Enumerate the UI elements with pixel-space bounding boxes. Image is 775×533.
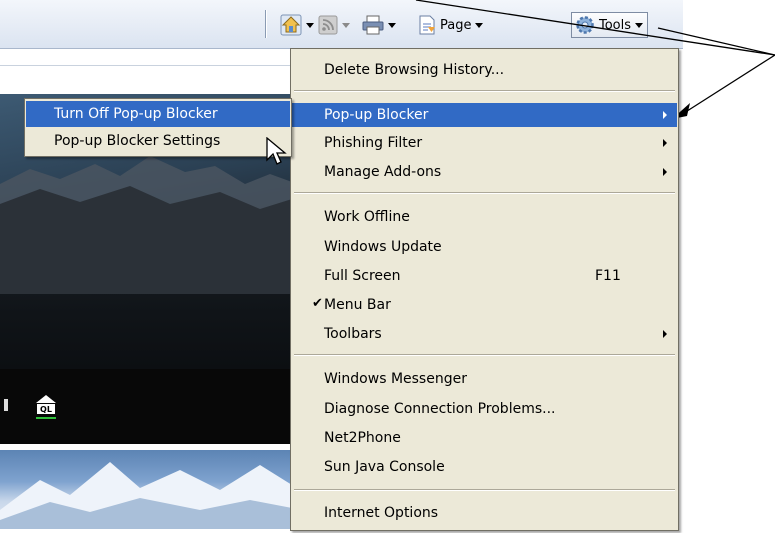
menu-item-sun-java-console[interactable]: Sun Java Console	[292, 455, 677, 479]
menu-item-label: Windows Messenger	[324, 371, 467, 387]
submenu-arrow-icon	[663, 168, 667, 176]
checkmark-icon: ✔	[312, 296, 323, 311]
menu-item-windows-messenger[interactable]: Windows Messenger	[292, 367, 677, 391]
submenu-arrow-icon	[663, 111, 667, 119]
menu-separator	[294, 489, 675, 491]
menu-item-label: Menu Bar	[324, 297, 391, 313]
shortcut-label: F11	[595, 268, 621, 284]
menu-separator	[294, 192, 675, 194]
menu-item-toolbars[interactable]: Toolbars	[292, 322, 677, 346]
menu-item-label: Phishing Filter	[324, 135, 423, 151]
menu-item-label: Sun Java Console	[324, 459, 445, 475]
menu-item-phishing-filter[interactable]: Phishing Filter	[292, 131, 677, 155]
submenu-arrow-icon	[663, 139, 667, 147]
menu-item-label: Delete Browsing History...	[324, 62, 505, 78]
menu-item-label: Work Offline	[324, 209, 410, 225]
menu-separator	[294, 354, 675, 356]
submenu-item-popup-blocker-settings[interactable]: Pop-up Blocker Settings	[26, 128, 290, 154]
menu-item-manage-add-ons[interactable]: Manage Add-ons	[292, 160, 677, 184]
menu-item-delete-browsing-history[interactable]: Delete Browsing History...	[292, 58, 677, 82]
banner-fragment	[4, 399, 8, 411]
tools-dropdown-menu: Delete Browsing History... Pop-up Blocke…	[290, 48, 679, 531]
menu-item-label: Manage Add-ons	[324, 164, 442, 180]
menu-item-windows-update[interactable]: Windows Update	[292, 235, 677, 259]
ql-logo-icon: QL	[36, 395, 56, 419]
submenu-item-label: Turn Off Pop-up Blocker	[54, 106, 218, 122]
menu-item-label: Diagnose Connection Problems...	[324, 401, 556, 417]
menu-item-label: Full Screen	[324, 268, 401, 284]
menu-item-popup-blocker[interactable]: Pop-up Blocker	[292, 103, 677, 127]
menu-item-work-offline[interactable]: Work Offline	[292, 205, 677, 229]
snowy-mountain-photo	[0, 450, 292, 529]
snow-peaks	[0, 462, 292, 529]
submenu-item-label: Pop-up Blocker Settings	[54, 133, 221, 149]
menu-item-label: Internet Options	[324, 505, 439, 521]
submenu-arrow-icon	[663, 330, 667, 338]
svg-text:QL: QL	[40, 405, 52, 414]
menu-item-label: Net2Phone	[324, 430, 401, 446]
menu-item-internet-options[interactable]: Internet Options	[292, 501, 677, 525]
menu-item-label: Toolbars	[324, 326, 382, 342]
menu-item-diagnose-connection-problems[interactable]: Diagnose Connection Problems...	[292, 397, 677, 421]
submenu-item-turn-off-popup-blocker[interactable]: Turn Off Pop-up Blocker	[26, 101, 290, 127]
mouse-cursor-icon	[266, 137, 287, 165]
menu-item-label: Windows Update	[324, 239, 442, 255]
menu-separator	[294, 90, 675, 92]
popup-blocker-submenu: Turn Off Pop-up Blocker Pop-up Blocker S…	[24, 98, 292, 157]
page-divider	[0, 65, 292, 66]
menu-item-menu-bar[interactable]: ✔ Menu Bar	[292, 293, 677, 317]
dark-banner: QL	[0, 369, 292, 444]
menu-item-full-screen[interactable]: Full Screen F11	[292, 264, 677, 288]
menu-item-label: Pop-up Blocker	[324, 107, 429, 123]
menu-item-net2phone[interactable]: Net2Phone	[292, 426, 677, 450]
